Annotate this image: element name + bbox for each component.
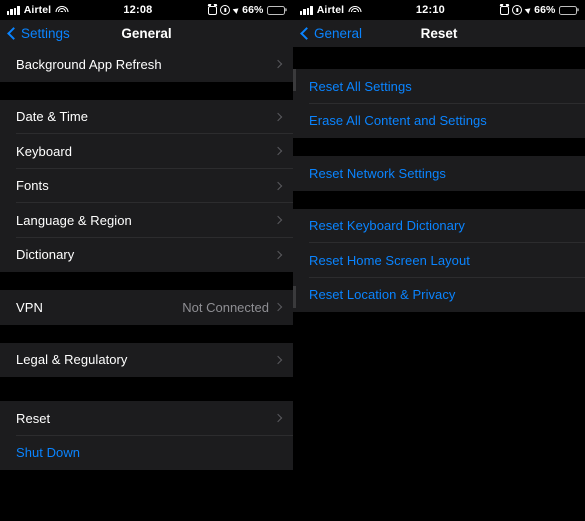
list-item-label: Background App Refresh <box>16 56 162 72</box>
list-item-label: Reset Network Settings <box>309 165 446 181</box>
rotation-lock-icon <box>512 5 523 15</box>
list-item[interactable]: Fonts <box>0 168 293 203</box>
status-bar-clock: 12:08 <box>123 4 153 16</box>
section-gap <box>0 272 293 290</box>
settings-group: VPN Not Connected <box>0 290 293 325</box>
alarm-clock-icon <box>207 5 217 15</box>
settings-group: Legal & Regulatory <box>0 342 293 377</box>
list-item[interactable]: Reset Home Screen Layout <box>293 243 585 278</box>
list-item-label: Erase All Content and Settings <box>309 113 487 129</box>
list-item[interactable]: Keyboard <box>0 134 293 169</box>
list-item[interactable]: VPN Not Connected <box>0 290 293 325</box>
back-button-general[interactable]: General <box>293 26 362 41</box>
chevron-right-icon <box>273 250 283 259</box>
list-item-label: Dictionary <box>16 247 75 263</box>
list-item-label: Fonts <box>16 178 49 194</box>
list-item[interactable]: Reset All Settings <box>293 69 585 104</box>
list-item-label: Keyboard <box>16 143 73 159</box>
settings-group: Date & Time Keyboard Fonts Language & Regio… <box>0 99 293 272</box>
list-item[interactable]: Erase All Content and Settings <box>293 103 585 138</box>
settings-group: Reset Keyboard Dictionary Reset Home Scre… <box>293 208 585 312</box>
location-arrow-icon <box>232 6 241 14</box>
settings-group: Reset Shut Down <box>0 401 293 470</box>
status-bar-left: Airtel <box>7 4 69 16</box>
navigation-bar: Settings General <box>0 20 293 47</box>
list-item-label: Legal & Regulatory <box>16 352 128 368</box>
settings-group: Reset All Settings Erase All Content and … <box>293 69 585 138</box>
battery-percent-label: 66% <box>534 4 556 16</box>
chevron-right-icon <box>273 60 283 69</box>
list-item-label: Reset <box>16 410 51 426</box>
rotation-lock-icon <box>220 5 231 15</box>
phone-screen-reset: Airtel 12:10 66% General Reset Reset All… <box>293 0 585 521</box>
location-arrow-icon <box>524 6 533 14</box>
dual-phone-screenshot: Airtel 12:08 66% Settings General Backgr… <box>0 0 585 521</box>
carrier-label: Airtel <box>316 4 345 16</box>
status-bar-clock: 12:10 <box>415 4 445 16</box>
navigation-bar: General Reset <box>293 20 585 47</box>
section-gap <box>0 81 293 100</box>
status-bar-right: 66% <box>207 4 285 16</box>
list-item[interactable]: Reset Location & Privacy <box>293 277 585 312</box>
back-button-settings[interactable]: Settings <box>0 26 70 41</box>
chevron-right-icon <box>273 147 283 156</box>
settings-group: Reset Network Settings <box>293 156 585 191</box>
list-item[interactable]: Reset Keyboard Dictionary <box>293 208 585 243</box>
list-item[interactable]: Background App Refresh <box>0 47 293 82</box>
scroll-indicator[interactable] <box>293 69 296 91</box>
status-bar-right: 66% <box>499 4 577 16</box>
list-item-label: VPN <box>16 299 43 315</box>
chevron-left-icon <box>7 27 20 40</box>
list-item[interactable]: Language & Region <box>0 203 293 238</box>
chevron-right-icon <box>273 355 283 364</box>
phone-screen-general: Airtel 12:08 66% Settings General Backgr… <box>0 0 293 521</box>
settings-list-reset[interactable]: Reset All Settings Erase All Content and … <box>293 47 585 452</box>
carrier-label: Airtel <box>23 4 52 16</box>
section-gap <box>293 47 585 69</box>
section-gap <box>293 138 585 156</box>
section-gap <box>0 470 293 501</box>
cellular-bars-icon <box>7 5 20 15</box>
chevron-right-icon <box>273 216 283 225</box>
status-bar: Airtel 12:10 66% <box>293 0 585 20</box>
alarm-clock-icon <box>499 5 509 15</box>
list-item-value: Not Connected <box>182 299 269 315</box>
list-item-label: Reset All Settings <box>309 78 412 94</box>
section-gap <box>293 190 585 209</box>
list-item-label: Date & Time <box>16 109 89 125</box>
back-button-label: General <box>314 26 363 41</box>
list-item-label: Reset Location & Privacy <box>309 287 456 303</box>
chevron-right-icon <box>273 112 283 121</box>
list-item-label: Reset Home Screen Layout <box>309 252 470 268</box>
back-button-label: Settings <box>21 26 70 41</box>
list-item[interactable]: Date & Time <box>0 99 293 134</box>
list-item-label: Shut Down <box>16 445 81 461</box>
list-item-label: Reset Keyboard Dictionary <box>309 218 465 234</box>
list-item-label: Language & Region <box>16 212 132 228</box>
wifi-icon <box>55 5 69 15</box>
chevron-right-icon <box>273 181 283 190</box>
list-item[interactable]: Legal & Regulatory <box>0 342 293 377</box>
status-bar: Airtel 12:08 66% <box>0 0 293 20</box>
section-gap <box>293 312 585 452</box>
section-gap <box>0 324 293 343</box>
battery-icon <box>267 5 285 15</box>
section-gap <box>0 377 293 401</box>
settings-list-general[interactable]: Background App Refresh Date & Time Keyboar… <box>0 47 293 501</box>
list-item[interactable]: Dictionary <box>0 237 293 272</box>
status-bar-left: Airtel <box>300 4 362 16</box>
wifi-icon <box>348 5 362 15</box>
cellular-bars-icon <box>300 5 313 15</box>
chevron-right-icon <box>273 414 283 423</box>
chevron-left-icon <box>300 27 313 40</box>
scroll-indicator[interactable] <box>293 286 296 308</box>
chevron-right-icon <box>273 303 283 312</box>
list-item[interactable]: Reset Network Settings <box>293 156 585 191</box>
settings-group: Background App Refresh <box>0 47 293 82</box>
list-item[interactable]: Shut Down <box>0 435 293 470</box>
list-item[interactable]: Reset <box>0 401 293 436</box>
battery-percent-label: 66% <box>242 4 264 16</box>
battery-icon <box>559 5 577 15</box>
